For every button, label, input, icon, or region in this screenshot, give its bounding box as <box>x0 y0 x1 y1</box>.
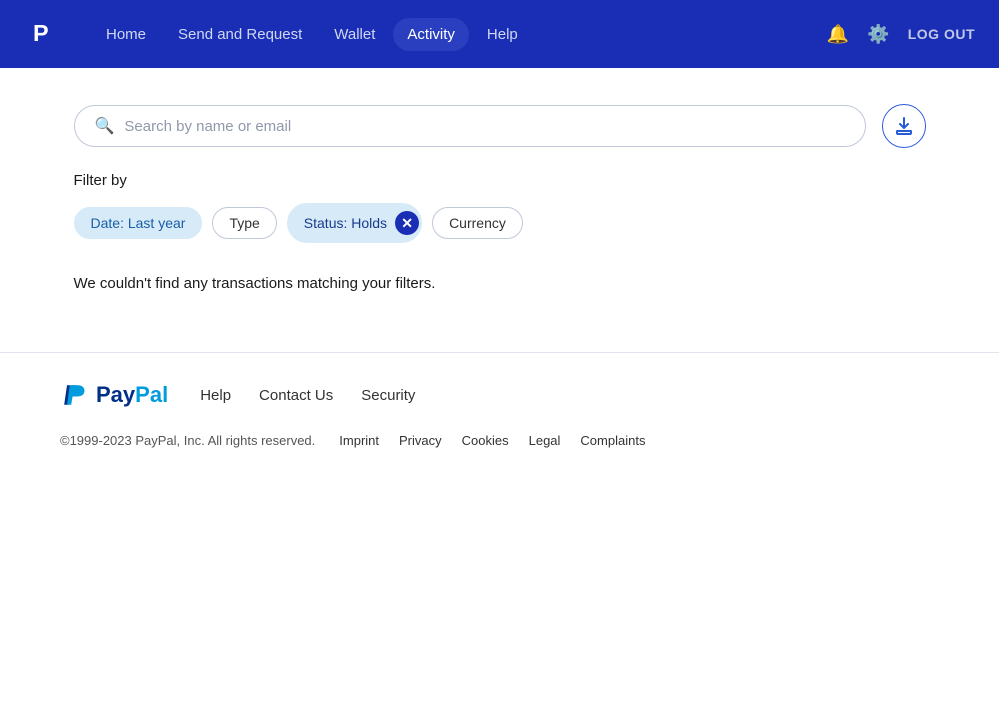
footer-top: PayPal Help Contact Us Security <box>60 381 939 409</box>
settings-icon[interactable]: ⚙️ <box>867 24 889 45</box>
footer-privacy-link[interactable]: Privacy <box>399 433 442 448</box>
svg-text:P: P <box>33 20 49 46</box>
paypal-logo-text: PayPal <box>96 382 168 408</box>
nav-help[interactable]: Help <box>473 18 532 51</box>
footer-legal-links: Imprint Privacy Cookies Legal Complaints <box>339 433 645 448</box>
footer-complaints-link[interactable]: Complaints <box>580 433 645 448</box>
logout-button[interactable]: LOG OUT <box>908 26 975 42</box>
currency-filter-label: Currency <box>449 215 506 231</box>
notification-icon[interactable]: 🔔 <box>827 24 849 45</box>
search-row: 🔍 <box>74 104 926 148</box>
navbar-logo[interactable]: P <box>24 16 60 52</box>
no-results-message: We couldn't find any transactions matchi… <box>74 275 926 292</box>
nav-links: Home Send and Request Wallet Activity He… <box>92 18 827 51</box>
nav-activity[interactable]: Activity <box>393 18 469 51</box>
paypal-cyan-text: Pal <box>135 382 168 407</box>
footer-imprint-link[interactable]: Imprint <box>339 433 379 448</box>
navbar: P Home Send and Request Wallet Activity … <box>0 0 999 68</box>
footer-links: Help Contact Us Security <box>200 387 415 404</box>
download-button[interactable] <box>882 104 926 148</box>
status-filter-label: Status: Holds <box>304 215 387 231</box>
currency-filter-chip[interactable]: Currency <box>432 207 523 239</box>
type-filter-label: Type <box>229 215 259 231</box>
footer-legal-link[interactable]: Legal <box>529 433 561 448</box>
main-content: 🔍 Filter by Date: Last year Type Status:… <box>50 68 950 352</box>
filter-chips: Date: Last year Type Status: Holds ✕ Cur… <box>74 203 926 243</box>
navbar-right: 🔔 ⚙️ LOG OUT <box>827 24 975 45</box>
nav-send-request[interactable]: Send and Request <box>164 18 316 51</box>
search-icon: 🔍 <box>95 116 115 136</box>
type-filter-chip[interactable]: Type <box>212 207 276 239</box>
status-filter-clear[interactable]: ✕ <box>395 211 419 235</box>
search-input[interactable] <box>124 118 844 135</box>
nav-home[interactable]: Home <box>92 18 160 51</box>
footer: PayPal Help Contact Us Security ©1999-20… <box>0 353 999 468</box>
nav-wallet[interactable]: Wallet <box>320 18 389 51</box>
filter-label: Filter by <box>74 172 926 189</box>
download-icon <box>894 116 914 136</box>
paypal-blue-text: Pay <box>96 382 135 407</box>
search-container: 🔍 <box>74 105 866 147</box>
footer-contact-link[interactable]: Contact Us <box>259 387 333 404</box>
footer-help-link[interactable]: Help <box>200 387 231 404</box>
status-filter-chip[interactable]: Status: Holds ✕ <box>287 203 422 243</box>
date-filter-chip[interactable]: Date: Last year <box>74 207 203 239</box>
footer-copyright: ©1999-2023 PayPal, Inc. All rights reser… <box>60 433 315 448</box>
paypal-logo-icon <box>60 381 88 409</box>
paypal-logo: PayPal <box>60 381 168 409</box>
footer-cookies-link[interactable]: Cookies <box>462 433 509 448</box>
footer-bottom: ©1999-2023 PayPal, Inc. All rights reser… <box>60 433 939 448</box>
date-filter-label: Date: Last year <box>91 215 186 231</box>
footer-security-link[interactable]: Security <box>361 387 415 404</box>
